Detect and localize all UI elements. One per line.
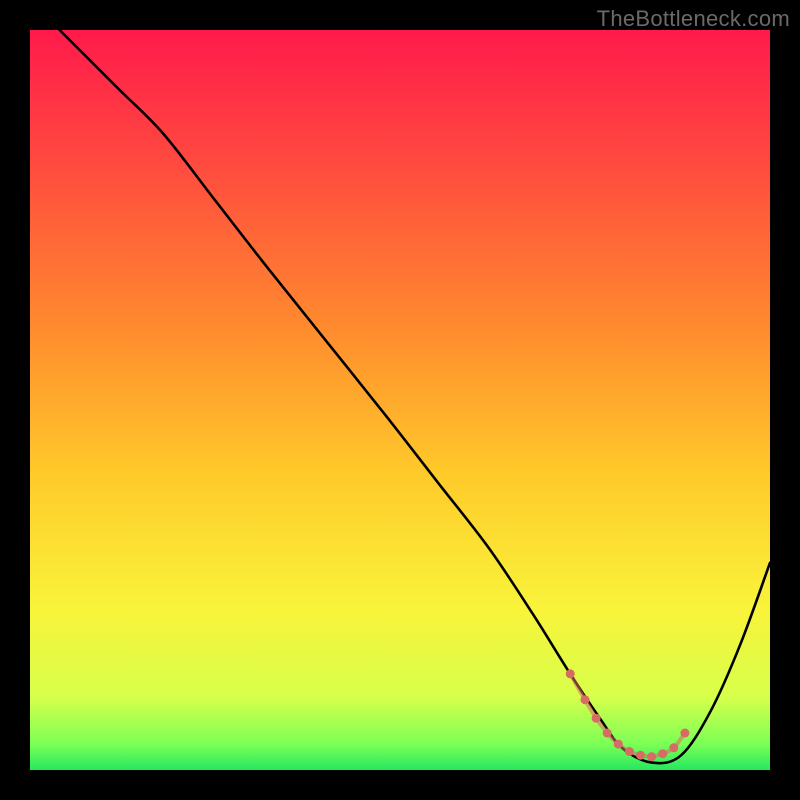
chart-svg: [30, 30, 770, 770]
marker-dot: [647, 752, 656, 761]
chart-frame: TheBottleneck.com: [0, 0, 800, 800]
gradient-background: [30, 30, 770, 770]
marker-dot: [658, 749, 667, 758]
marker-dot: [625, 747, 634, 756]
marker-dot: [566, 669, 575, 678]
marker-dot: [592, 714, 601, 723]
bottleneck-chart: [30, 30, 770, 770]
marker-dot: [614, 740, 623, 749]
marker-dot: [636, 751, 645, 760]
marker-dot: [680, 729, 689, 738]
marker-dot: [581, 695, 590, 704]
marker-dot: [669, 743, 678, 752]
marker-dot: [603, 729, 612, 738]
watermark-text: TheBottleneck.com: [597, 6, 790, 32]
